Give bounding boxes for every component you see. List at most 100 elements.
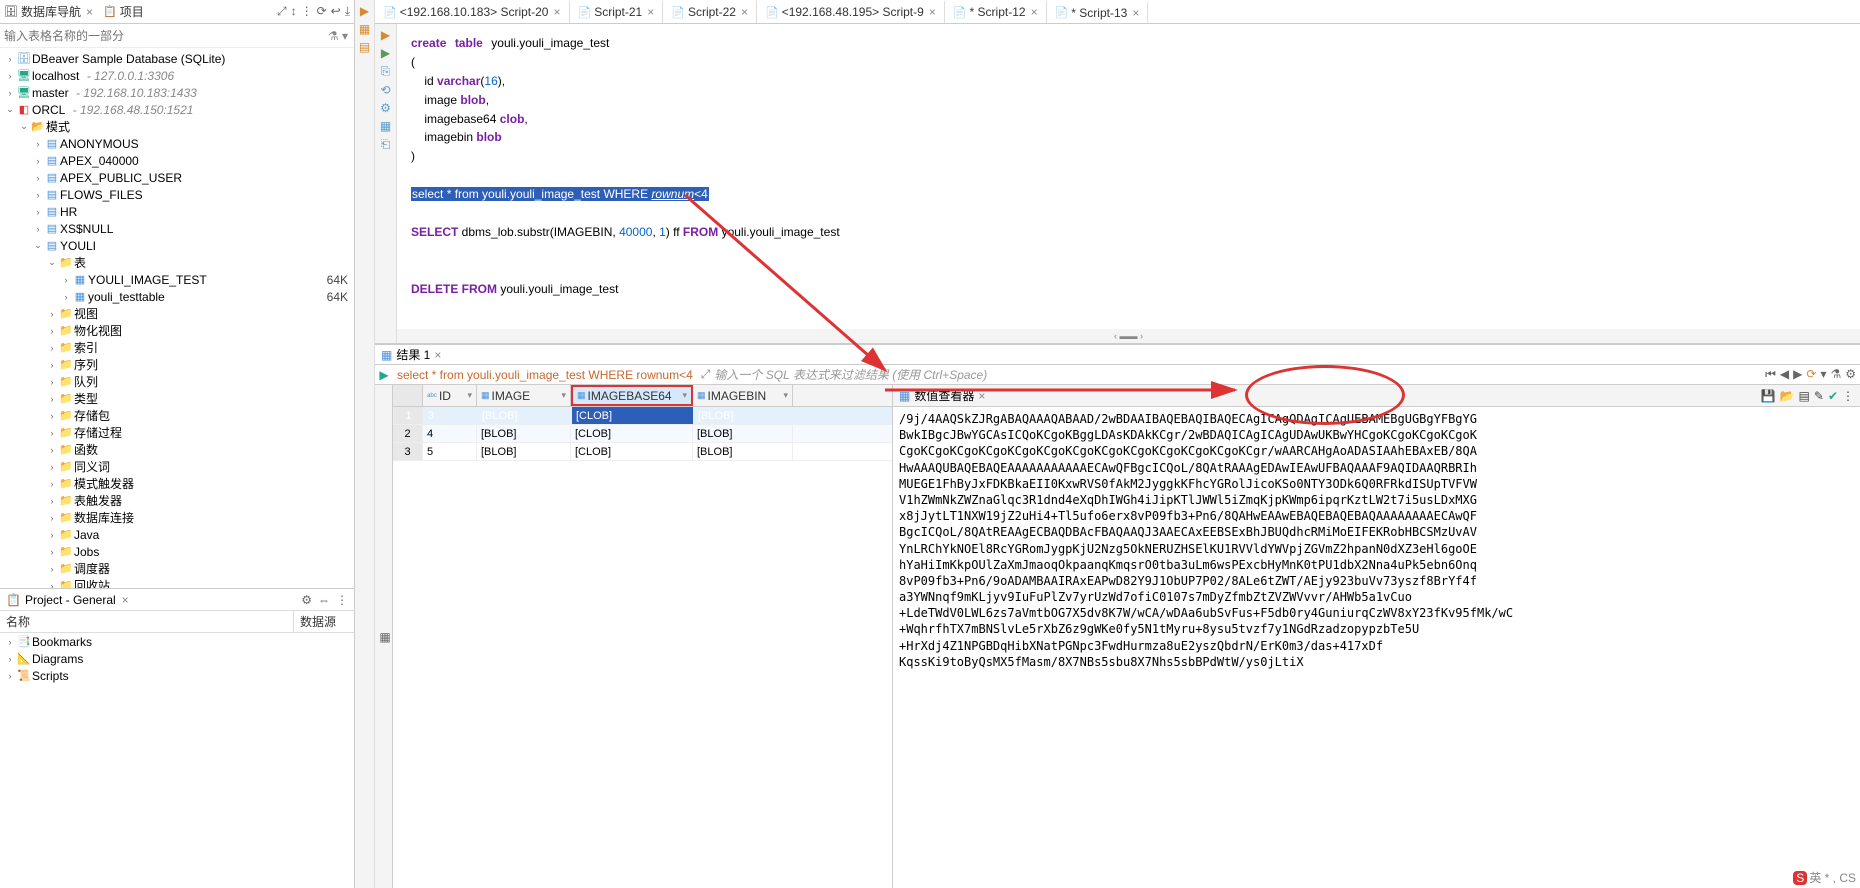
cell-imagebin[interactable]: [BLOB] [693,425,793,442]
cell-image[interactable]: [BLOB] [477,425,571,442]
table-row[interactable]: 24[BLOB][CLOB][BLOB] [393,425,892,443]
expand-icon[interactable]: › [46,547,58,557]
expand-icon[interactable]: › [46,309,58,319]
editor-tab[interactable]: 📄<192.168.48.195> Script-9× [757,1,945,23]
col-imagebin[interactable]: ▦IMAGEBIN▾ [693,385,793,406]
tree-item[interactable]: ⌄◧ORCL - 192.168.48.150:1521 [0,101,354,118]
expand-icon[interactable]: › [32,190,44,200]
expand-icon[interactable]: › [46,513,58,523]
table-row[interactable]: 13[BLOB][CLOB][BLOB] [393,407,892,425]
tree-item[interactable]: ›📁序列 [0,356,354,373]
close-icon[interactable]: × [86,5,93,19]
editor-tab[interactable]: 📄<192.168.10.183> Script-20× [375,1,570,23]
filter-icon[interactable]: ⚗ [1830,367,1841,382]
cell-id[interactable]: 4 [423,425,477,442]
cell-id[interactable]: 3 [424,407,478,424]
toolbar-icon[interactable]: ⤓ [345,4,350,19]
tx-icon[interactable]: ⎗ [381,137,391,152]
first-icon[interactable]: ⏮ [1765,367,1776,382]
edit-icon[interactable]: ✎ [1814,389,1824,403]
filter-hint[interactable]: 输入一个 SQL 表达式来过滤结果 (使用 Ctrl+Space) [714,366,1765,383]
project-item[interactable]: ›📜Scripts [0,667,354,684]
execute-icon[interactable]: ▶ [375,368,393,382]
dropdown-icon[interactable]: ▾ [783,390,788,401]
expand-icon[interactable]: › [46,326,58,336]
close-icon[interactable]: × [1132,6,1139,20]
editor-tab[interactable]: 📄* Script-13× [1047,1,1149,23]
expand-icon[interactable]: › [4,637,16,647]
col-name[interactable]: 名称 [0,611,294,632]
project-item[interactable]: ›📐Diagrams [0,650,354,667]
expand-icon[interactable]: › [46,479,58,489]
col-source[interactable]: 数据源 [294,611,354,632]
cell-image[interactable]: [BLOB] [478,407,572,424]
expand-icon[interactable]: › [4,654,16,664]
refresh-icon[interactable]: ⟳ [1806,367,1816,382]
tree-item[interactable]: ›📁数据库连接 [0,509,354,526]
expand-icon[interactable]: › [46,564,58,574]
code-content[interactable]: create table youli.youli_image_test ( id… [397,24,1860,343]
filter-icon[interactable]: ⚗ ▾ [328,29,348,43]
dropdown-icon[interactable]: ▾ [467,390,472,401]
settings-icon[interactable]: ⚙ [1845,367,1856,382]
prev-icon[interactable]: ◀ [1780,367,1789,382]
menu-icon[interactable]: ⋮ [336,593,348,607]
dropdown-icon[interactable]: ▾ [561,390,566,401]
toolbar-icon[interactable]: ↩ [331,4,341,19]
tree-item[interactable]: ⌄📁表 [0,254,354,271]
more-icon[interactable]: ⋮ [1842,389,1854,403]
toolbar-icon[interactable]: ⋮ [301,4,313,19]
cell-imagebase64[interactable]: [CLOB] [572,407,694,424]
plan-icon[interactable]: ▤ [359,40,370,54]
project-item[interactable]: ›📑Bookmarks [0,633,354,650]
col-id[interactable]: ᵃᵇᶜID▾ [423,385,477,406]
expand-icon[interactable]: › [46,496,58,506]
tree-item[interactable]: ⌄📂模式 [0,118,354,135]
col-image[interactable]: ▦IMAGE▾ [477,385,571,406]
tree-item[interactable]: ›▤APEX_PUBLIC_USER [0,169,354,186]
cell-id[interactable]: 5 [423,443,477,460]
expand-icon[interactable]: › [46,360,58,370]
expand-icon[interactable]: › [32,173,44,183]
editor-tab[interactable]: 📄 Script-21× [570,1,664,23]
exec-script-icon[interactable]: ▶ [381,46,390,60]
settings-icon[interactable]: ⚙ [301,593,312,607]
toolbar-icon[interactable]: ⤢ [277,4,287,19]
expand-icon[interactable]: › [46,581,58,589]
expand-icon[interactable]: › [4,88,16,98]
close-icon[interactable]: × [978,389,985,403]
close-icon[interactable]: × [741,5,748,19]
commit-icon[interactable]: ⎘ [381,64,391,79]
tree-item[interactable]: ›📁表触发器 [0,492,354,509]
expand-icon[interactable]: ⌄ [18,121,30,132]
mode-icon[interactable]: ▤ [1799,389,1810,403]
apply-icon[interactable]: ✔ [1828,389,1838,403]
tree-item[interactable]: ⌄▤YOULI [0,237,354,254]
tree-item[interactable]: ›▦youli_testtable64K [0,288,354,305]
dropdown-icon[interactable]: ▾ [682,390,687,401]
grid-mode-icon[interactable]: ▦ [378,630,392,644]
tree-item[interactable]: ›🖥master - 192.168.10.183:1433 [0,84,354,101]
close-icon[interactable]: × [647,5,654,19]
expand-icon[interactable]: ⌄ [4,104,16,115]
toolbar-icon[interactable]: ⟳ [317,4,327,19]
expand-icon[interactable]: › [32,224,44,234]
editor-tab[interactable]: 📄 Script-22× [663,1,757,23]
tree-item[interactable]: ›📁索引 [0,339,354,356]
table-row[interactable]: 35[BLOB][CLOB][BLOB] [393,443,892,461]
load-icon[interactable]: 📂 [1780,389,1795,403]
expand-icon[interactable]: › [46,428,58,438]
toolbar-icon[interactable]: ↕ [291,4,297,19]
tree-item[interactable]: ›▤FLOWS_FILES [0,186,354,203]
expand-icon[interactable]: ▦ [380,119,391,133]
expand-icon[interactable]: › [46,377,58,387]
tree-item[interactable]: ›📁同义词 [0,458,354,475]
tree-item[interactable]: ›📁物化视图 [0,322,354,339]
results-tab[interactable]: ▦ 结果 1 × [375,345,1860,365]
exec-icon[interactable]: ▶ [381,28,390,42]
cell-imagebin[interactable]: [BLOB] [693,443,793,460]
expand-icon[interactable]: › [32,156,44,166]
close-icon[interactable]: × [553,5,560,19]
tree-item[interactable]: ›▤APEX_040000 [0,152,354,169]
hist-icon[interactable]: ⟲ [380,83,390,97]
